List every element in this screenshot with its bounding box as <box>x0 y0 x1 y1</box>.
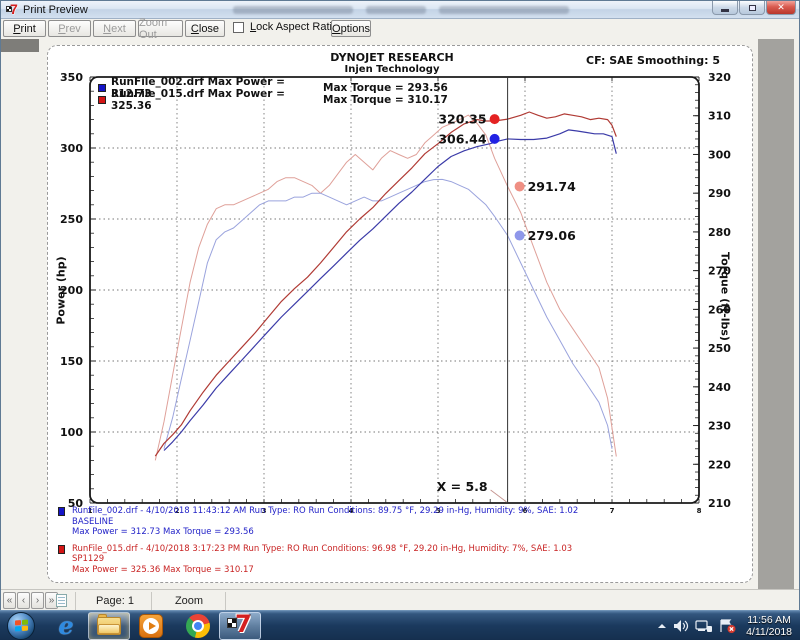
svg-text:100: 100 <box>60 426 83 439</box>
toolbar: Print Prev Next Zoom Out Close Lock Aspe… <box>1 20 799 39</box>
svg-text:300: 300 <box>60 142 83 155</box>
taskbar-item-internet-explorer[interactable]: e <box>48 612 84 640</box>
page-indicator: Page: 1 <box>85 595 145 607</box>
svg-text:320: 320 <box>708 71 731 84</box>
preview-desk-background <box>758 39 794 589</box>
page-setup-icon[interactable] <box>56 594 67 607</box>
zoom-out-button[interactable]: Zoom Out <box>138 20 183 37</box>
dyno-chart: 1234567850100150200250300350210220230240… <box>48 46 754 584</box>
svg-text:260: 260 <box>708 303 731 316</box>
minimize-button[interactable] <box>712 1 738 15</box>
network-icon[interactable] <box>695 619 713 633</box>
statusbar-separator <box>75 592 76 610</box>
dynojet-app-icon: 7 <box>227 614 253 638</box>
annotation-swatch-blue <box>58 507 65 516</box>
svg-text:250: 250 <box>60 213 83 226</box>
screen: 7 Print Preview ✕ Print Prev Next Zoom O… <box>0 0 800 640</box>
internet-explorer-icon: e <box>58 614 73 638</box>
titlebar[interactable]: 7 Print Preview ✕ <box>1 1 799 19</box>
titlebar-ghost-text <box>439 6 569 14</box>
taskbar-item-file-explorer[interactable] <box>88 612 130 640</box>
titlebar-ghost-text <box>233 6 353 14</box>
run-annotations: RunFile_002.drf - 4/10/2018 11:43:12 AM … <box>58 506 748 581</box>
prev-page-button[interactable]: ‹ <box>17 592 30 609</box>
svg-text:220: 220 <box>708 458 731 471</box>
svg-text:150: 150 <box>60 355 83 368</box>
volume-icon[interactable] <box>673 619 689 633</box>
taskbar-clock[interactable]: 11:56 AM 4/11/2018 <box>746 614 792 638</box>
print-button[interactable]: Print <box>3 20 46 37</box>
clock-date: 4/11/2018 <box>746 626 792 638</box>
svg-text:280: 280 <box>708 226 731 239</box>
svg-text:300: 300 <box>708 148 731 161</box>
chrome-icon <box>186 614 210 638</box>
taskbar-item-chrome[interactable] <box>180 612 216 640</box>
media-player-icon <box>139 614 163 638</box>
lock-aspect-ratio-checkbox[interactable]: Lock Aspect Ratio <box>233 21 338 33</box>
preview-corner-panel <box>1 39 39 52</box>
svg-text:350: 350 <box>60 71 83 84</box>
system-tray: 11:56 AM 4/11/2018 <box>657 611 800 640</box>
svg-text:200: 200 <box>60 284 83 297</box>
taskbar-item-dynojet-winpep[interactable]: 7 <box>219 612 261 640</box>
folder-icon <box>97 617 121 635</box>
svg-text:290: 290 <box>708 187 731 200</box>
taskbar: e 7 <box>0 610 800 640</box>
status-bar: « ‹ › » Page: 1 Zoom <box>1 589 799 611</box>
close-preview-button[interactable]: Close <box>185 20 225 37</box>
annotation-swatch-red <box>58 545 65 554</box>
svg-text:279.06: 279.06 <box>528 228 577 243</box>
next-page-button[interactable]: › <box>31 592 44 609</box>
restore-button[interactable] <box>739 1 765 15</box>
start-button[interactable] <box>7 612 35 640</box>
action-center-flag-icon[interactable] <box>719 619 736 633</box>
checkbox-box[interactable] <box>233 22 244 33</box>
first-page-button[interactable]: « <box>3 592 16 609</box>
svg-text:306.44: 306.44 <box>438 131 487 146</box>
titlebar-ghost-text <box>366 6 426 14</box>
lock-aspect-ratio-label: Lock Aspect Ratio <box>250 21 338 33</box>
svg-text:250: 250 <box>708 342 731 355</box>
svg-text:230: 230 <box>708 420 731 433</box>
close-window-button[interactable]: ✕ <box>766 1 796 15</box>
window-title: Print Preview <box>23 4 88 16</box>
svg-text:240: 240 <box>708 381 731 394</box>
clock-time: 11:56 AM <box>746 614 792 626</box>
zoom-indicator[interactable]: Zoom <box>159 595 219 607</box>
svg-text:270: 270 <box>708 265 731 278</box>
statusbar-separator <box>225 592 226 610</box>
run-annotation-baseline: RunFile_002.drf - 4/10/2018 11:43:12 AM … <box>58 506 748 538</box>
svg-text:320.35: 320.35 <box>438 112 486 127</box>
prev-button[interactable]: Prev <box>48 20 91 37</box>
statusbar-separator <box>151 592 152 610</box>
preview-page: DYNOJET RESEARCH Injen Technology CF: SA… <box>47 45 753 583</box>
app-icon: 7 <box>6 3 20 16</box>
svg-text:X = 5.8: X = 5.8 <box>437 479 488 494</box>
svg-text:310: 310 <box>708 110 731 123</box>
run-annotation-sp1129: RunFile_015.drf - 4/10/2018 3:17:23 PM R… <box>58 544 748 576</box>
options-button[interactable]: Options <box>331 20 371 37</box>
hidden-icons-arrow[interactable] <box>657 622 667 630</box>
taskbar-item-media-player[interactable] <box>133 612 169 640</box>
print-preview-window: 7 Print Preview ✕ Print Prev Next Zoom O… <box>0 0 800 610</box>
next-button[interactable]: Next <box>93 20 136 37</box>
windows-logo-icon <box>15 620 28 633</box>
svg-text:291.74: 291.74 <box>528 179 577 194</box>
